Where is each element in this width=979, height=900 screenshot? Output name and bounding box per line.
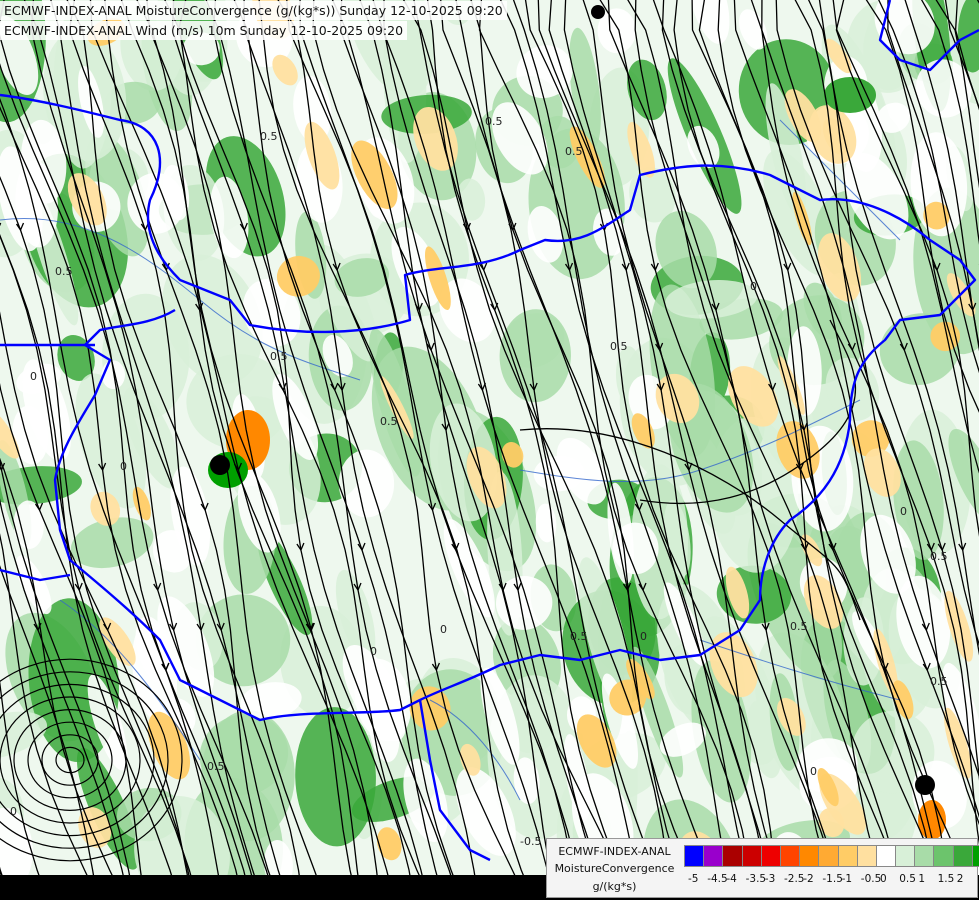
legend-swatch [684, 845, 704, 867]
contour-label: 0 [810, 765, 817, 778]
contour-label: 0 [640, 630, 647, 643]
legend-swatch [779, 845, 800, 867]
legend-swatch [895, 845, 915, 867]
legend-model: ECMWF-INDEX-ANAL [558, 845, 671, 858]
legend-tick: -4 [726, 873, 737, 885]
legend-tick: 1 [918, 873, 926, 885]
legend-swatch [818, 845, 838, 867]
contour-label: 0.5 [260, 130, 278, 143]
legend-unit: g/(kg*s) [592, 880, 637, 893]
contour-label: 0.5 [485, 115, 503, 128]
legend-swatch [799, 845, 819, 867]
legend-tick: -1 [841, 873, 853, 885]
legend-swatch [971, 845, 979, 867]
contour-label: 0.5 [55, 265, 73, 278]
legend-tick: -3.5 [745, 873, 767, 885]
legend-swatch [914, 845, 934, 867]
contour-label: 0.5 [207, 760, 225, 773]
legend-swatch [933, 845, 953, 867]
contour-label: 0.5 [270, 350, 288, 363]
legend-swatch [856, 845, 876, 867]
map-title-wind: ECMWF-INDEX-ANAL Wind (m/s) 10m Sunday 1… [0, 21, 408, 40]
weather-map: 00.500.500.5-0.50.500.5000.500.50.50.500… [0, 0, 979, 900]
strong-convergence [824, 77, 876, 113]
contour-label: 0 [10, 805, 17, 818]
legend-swatch [875, 845, 896, 867]
contour-label: -0.5 [520, 835, 541, 848]
contour-label: 0.5 [610, 340, 628, 353]
legend-swatch [703, 845, 723, 867]
legend-swatch [760, 845, 780, 867]
legend-tick: 0 [880, 873, 887, 885]
contour-label: 0.5 [380, 415, 398, 428]
legend-swatch [741, 845, 761, 867]
contour-label: 0 [750, 280, 757, 293]
legend-tick: -3 [764, 873, 776, 885]
legend-tick: -0.5 [860, 873, 882, 885]
contour-label: 0 [440, 623, 447, 636]
color-legend: ECMWF-INDEX-ANAL MoistureConvergence g/(… [546, 838, 979, 898]
contour-label: 0.5 [790, 620, 808, 633]
contour-label: 0.5 [930, 550, 948, 563]
contour-label: 0 [900, 505, 907, 518]
legend-tick: 0.5 [899, 873, 916, 885]
legend-swatch [952, 845, 972, 867]
contour-label: 0 [120, 460, 127, 473]
contour-label: 0 [30, 370, 37, 383]
legend-tick: 2 [956, 873, 964, 885]
legend-tick: -4.5 [707, 873, 728, 885]
convergence-core [591, 5, 605, 19]
legend-tick: -2.5 [784, 873, 805, 885]
contour-label: 0.5 [570, 630, 588, 643]
contour-label: 0 [370, 645, 377, 658]
legend-swatch [837, 845, 857, 867]
legend-tick: 1.5 [937, 873, 955, 885]
contour-label: 0.5 [930, 675, 948, 688]
legend-swatches [684, 845, 979, 867]
legend-tick: -1.5 [822, 873, 843, 885]
contour-label: 0.5 [565, 145, 583, 158]
legend-variable: MoistureConvergence [554, 862, 675, 875]
legend-tick: -2 [803, 873, 814, 885]
legend-tick: -5 [688, 873, 699, 885]
legend-swatch [722, 845, 742, 867]
map-title-moisture: ECMWF-INDEX-ANAL MoistureConvergence (g/… [0, 1, 507, 20]
